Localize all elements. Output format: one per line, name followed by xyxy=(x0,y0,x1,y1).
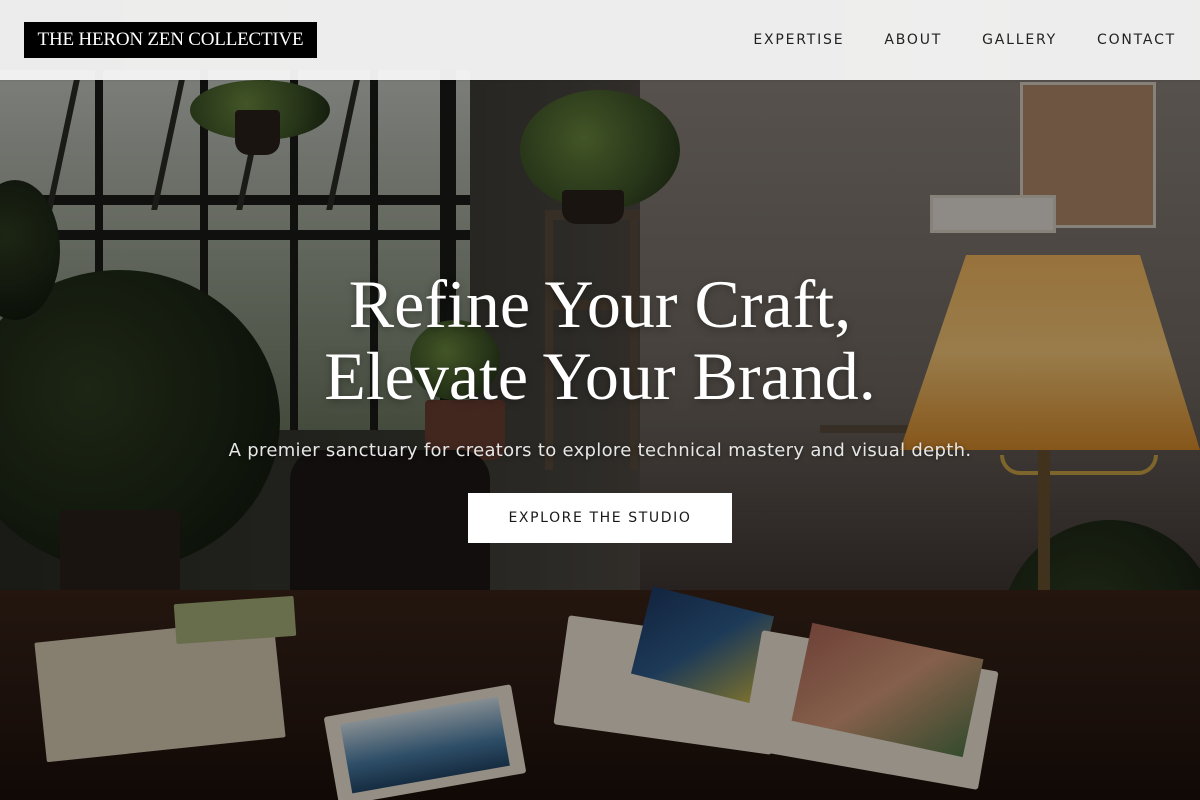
nav-link-expertise[interactable]: EXPERTISE xyxy=(753,32,844,48)
hero-title: Refine Your Craft, Elevate Your Brand. xyxy=(0,268,1200,412)
nav-link-about[interactable]: ABOUT xyxy=(884,32,942,48)
hero-subtitle: A premier sanctuary for creators to expl… xyxy=(228,440,972,461)
site-logo[interactable]: THE HERON ZEN COLLECTIVE xyxy=(24,22,317,58)
hero-title-line-1: Refine Your Craft, xyxy=(348,266,852,342)
explore-studio-button[interactable]: EXPLORE THE STUDIO xyxy=(468,493,732,543)
nav-link-gallery[interactable]: GALLERY xyxy=(982,32,1057,48)
hero-title-line-2: Elevate Your Brand. xyxy=(324,338,876,414)
nav-link-contact[interactable]: CONTACT xyxy=(1097,32,1176,48)
site-header: THE HERON ZEN COLLECTIVE EXPERTISE ABOUT… xyxy=(0,0,1200,80)
main-nav: EXPERTISE ABOUT GALLERY CONTACT xyxy=(753,0,1176,80)
